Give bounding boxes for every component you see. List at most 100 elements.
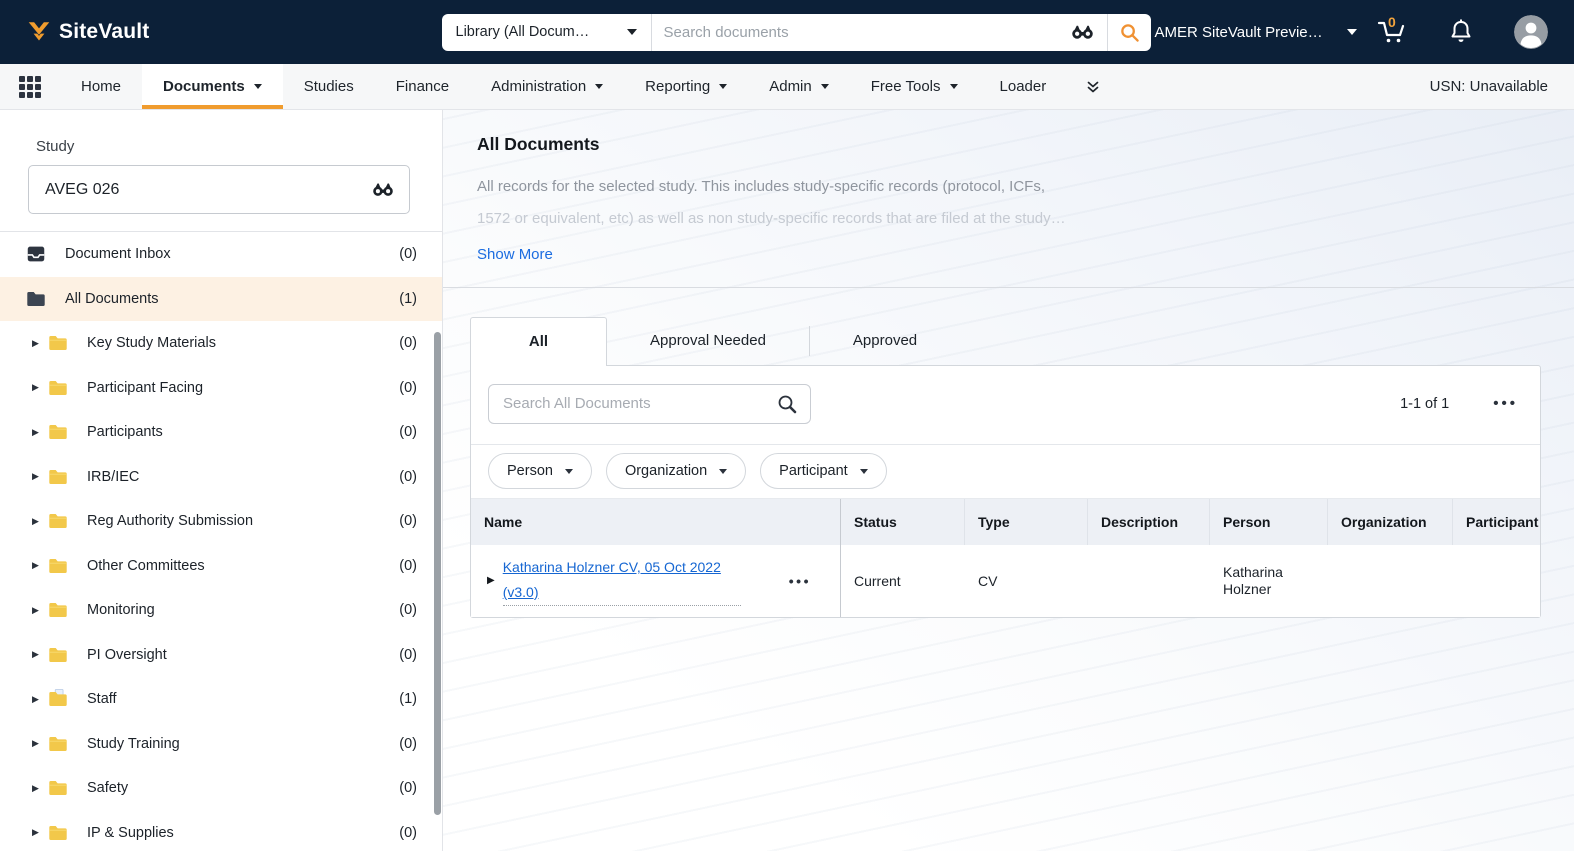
brand-name: SiteVault	[59, 20, 150, 44]
nav-item-administration[interactable]: Administration	[470, 64, 624, 109]
study-input[interactable]	[43, 180, 371, 200]
study-selector-block: Study	[0, 110, 442, 231]
caret-down-icon	[627, 29, 637, 35]
nav-item-home[interactable]: Home	[60, 64, 142, 109]
expand-caret-icon[interactable]: ▶	[32, 382, 46, 393]
inbox-icon	[24, 243, 50, 265]
nav-item-reporting[interactable]: Reporting	[624, 64, 748, 109]
tree-item-participant-facing[interactable]: ▶ Participant Facing (0)	[0, 366, 442, 411]
tree-item-study-training[interactable]: ▶ Study Training (0)	[0, 722, 442, 767]
column-header-status[interactable]: Status	[841, 499, 965, 545]
column-header-person[interactable]: Person	[1210, 499, 1328, 545]
nav-item-admin[interactable]: Admin	[748, 64, 850, 109]
expand-caret-icon[interactable]: ▶	[32, 605, 46, 616]
item-count: (1)	[399, 691, 417, 707]
vault-select[interactable]: AMER SiteVault Previe…	[1155, 24, 1357, 41]
documents-panel: 1-1 of 1 ••• Person Organization Partici…	[470, 365, 1541, 618]
expand-caret-icon[interactable]: ▶	[32, 560, 46, 571]
nav-item-loader[interactable]: Loader	[979, 64, 1068, 109]
column-header-participant[interactable]: Participant	[1453, 499, 1540, 545]
documents-search-input[interactable]	[501, 394, 776, 413]
caret-down-icon	[821, 84, 829, 89]
page-description-line2: 1572 or equivalent, etc) as well as non …	[477, 210, 1149, 229]
expand-caret-icon[interactable]: ▶	[32, 827, 46, 838]
binoculars-icon[interactable]	[1058, 14, 1107, 51]
usn-status: USN: Unavailable	[1430, 64, 1574, 109]
nav-item-documents[interactable]: Documents	[142, 64, 283, 109]
ellipsis-icon[interactable]: •••	[1493, 395, 1518, 412]
tree-item-participants[interactable]: ▶ Participants (0)	[0, 410, 442, 455]
tab-approval-needed[interactable]: Approval Needed	[607, 317, 809, 365]
panel-search-box	[488, 384, 811, 424]
tree-item-other-committees[interactable]: ▶ Other Committees (0)	[0, 544, 442, 589]
nav-item-finance[interactable]: Finance	[375, 64, 470, 109]
tree-item-irb-iec[interactable]: ▶ IRB/IEC (0)	[0, 455, 442, 500]
item-count: (0)	[399, 335, 417, 351]
document-link[interactable]: Katharina Holzner CV, 05 Oct 2022 (v3.0)	[503, 555, 741, 606]
divider	[443, 287, 1574, 288]
caret-down-icon	[254, 84, 262, 89]
grid-icon	[19, 76, 41, 98]
expand-caret-icon[interactable]: ▶	[32, 338, 46, 349]
column-header-organization[interactable]: Organization	[1328, 499, 1453, 545]
tree-item-ip-supplies[interactable]: ▶ IP & Supplies (0)	[0, 811, 442, 851]
filter-organization[interactable]: Organization	[606, 453, 746, 489]
tree-item-document-inbox[interactable]: Document Inbox (0)	[0, 232, 442, 277]
tab-approved[interactable]: Approved	[810, 317, 960, 365]
filter-participant[interactable]: Participant	[760, 453, 887, 489]
column-header-description[interactable]: Description	[1088, 499, 1210, 545]
global-search-input[interactable]	[652, 24, 1058, 41]
main-content: All Documents All records for the select…	[443, 110, 1574, 851]
expand-caret-icon[interactable]: ▶	[32, 783, 46, 794]
tree-item-reg-authority-submission[interactable]: ▶ Reg Authority Submission (0)	[0, 499, 442, 544]
search-scope-select[interactable]: Library (All Docum…	[442, 14, 652, 51]
item-count: (0)	[399, 380, 417, 396]
sidebar: Study	[0, 110, 443, 851]
filter-bar: Person Organization Participant	[471, 445, 1540, 498]
ellipsis-icon[interactable]: •••	[789, 573, 811, 589]
tree-item-pi-oversight[interactable]: ▶ PI Oversight (0)	[0, 633, 442, 678]
brand-logo[interactable]: SiteVault	[26, 19, 150, 45]
tab-all[interactable]: All	[470, 317, 607, 366]
nav-item-studies[interactable]: Studies	[283, 64, 375, 109]
tree-item-key-study-materials[interactable]: ▶ Key Study Materials (0)	[0, 321, 442, 366]
expand-caret-icon[interactable]: ▶	[32, 738, 46, 749]
double-chevron-down-icon[interactable]	[1067, 64, 1119, 109]
binoculars-icon[interactable]	[371, 181, 395, 198]
nav-item-free-tools[interactable]: Free Tools	[850, 64, 979, 109]
expand-caret-icon[interactable]: ▶	[487, 575, 495, 586]
tree-item-staff[interactable]: ▶ Staff (1)	[0, 677, 442, 722]
expand-caret-icon[interactable]: ▶	[32, 427, 46, 438]
magnifier-icon[interactable]	[776, 393, 798, 415]
page-description-line1: All records for the selected study. This…	[477, 178, 1149, 197]
bell-icon[interactable]	[1448, 18, 1474, 46]
column-header-name[interactable]: Name	[471, 499, 841, 545]
pagination-label: 1-1 of 1	[1400, 396, 1449, 412]
column-header-type[interactable]: Type	[965, 499, 1088, 545]
item-count: (0)	[399, 424, 417, 440]
search-icon[interactable]	[1108, 14, 1151, 51]
tree-item-all-documents[interactable]: All Documents (1)	[0, 277, 442, 322]
caret-down-icon	[719, 84, 727, 89]
tree-item-monitoring[interactable]: ▶ Monitoring (0)	[0, 588, 442, 633]
show-more-link[interactable]: Show More	[477, 246, 553, 263]
cart-icon[interactable]: 0	[1376, 18, 1408, 46]
caret-down-icon	[595, 84, 603, 89]
app-window: SiteVault Library (All Docum…	[0, 0, 1574, 851]
sidebar-scrollbar[interactable]	[434, 332, 441, 815]
expand-caret-icon[interactable]: ▶	[32, 694, 46, 705]
item-count: (0)	[399, 513, 417, 529]
expand-caret-icon[interactable]: ▶	[32, 471, 46, 482]
folder-icon	[46, 777, 72, 799]
folder-icon	[46, 332, 72, 354]
filter-person[interactable]: Person	[488, 453, 592, 489]
expand-caret-icon[interactable]: ▶	[32, 649, 46, 660]
avatar[interactable]	[1514, 15, 1548, 49]
app-launcher-button[interactable]	[0, 64, 60, 109]
document-tabs: All Approval Needed Approved	[470, 317, 1574, 365]
tree-item-safety[interactable]: ▶ Safety (0)	[0, 766, 442, 811]
item-count: (1)	[399, 291, 417, 307]
folder-icon	[46, 733, 72, 755]
expand-caret-icon[interactable]: ▶	[32, 516, 46, 527]
table-header: Name Status Type Description Person Orga…	[471, 498, 1540, 545]
